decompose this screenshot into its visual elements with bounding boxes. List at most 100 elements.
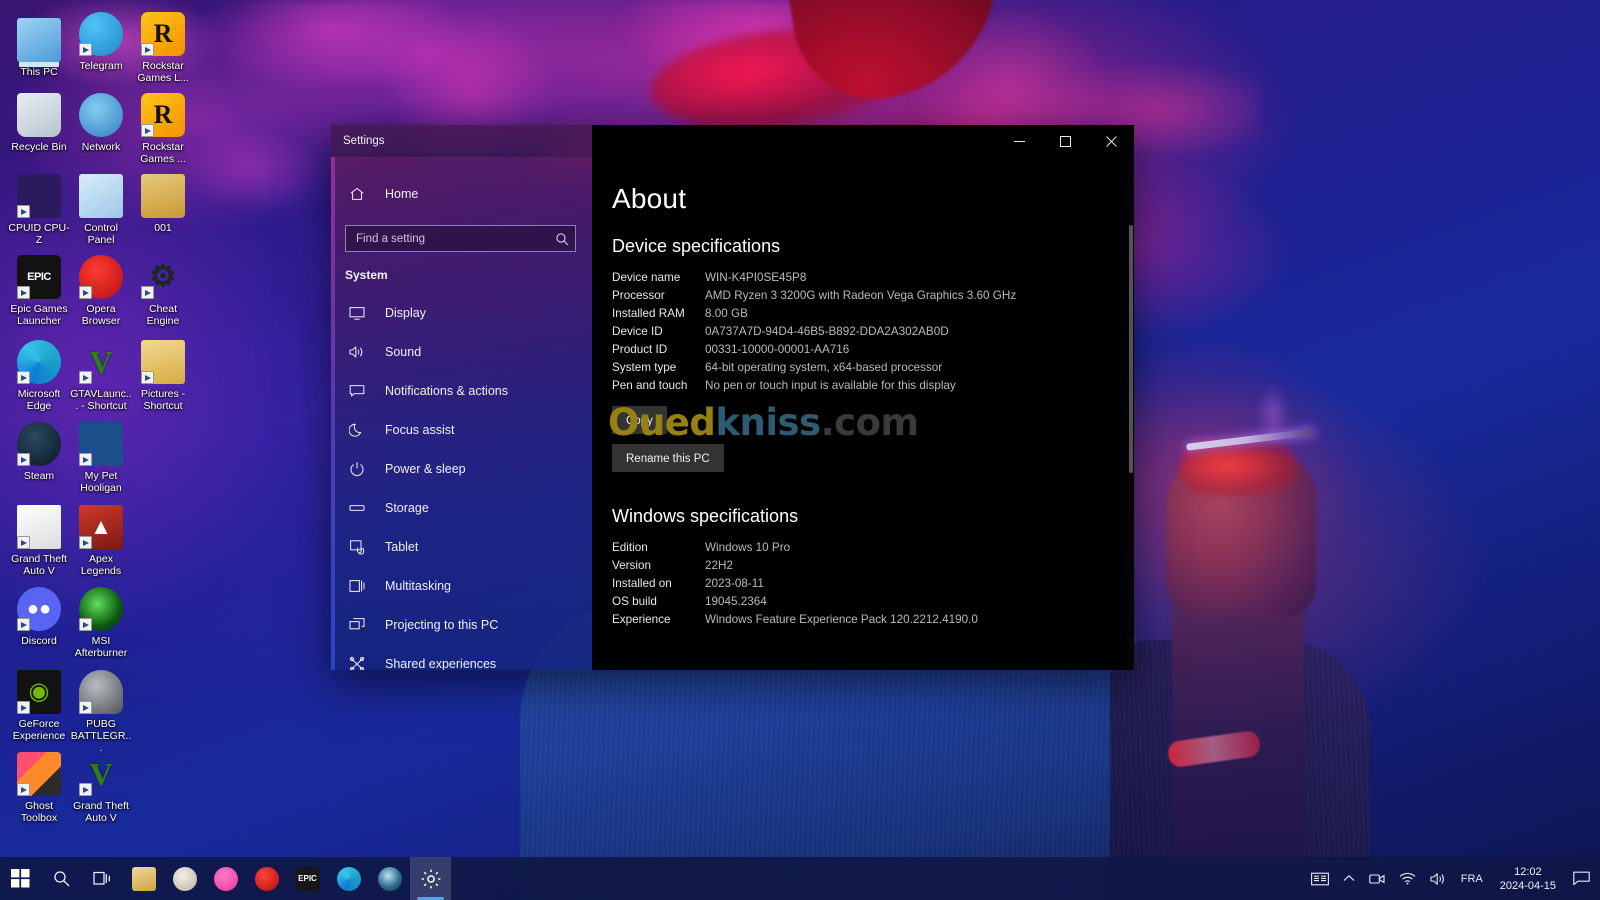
windows-specifications-table: Edition Windows 10 Pro Version 22H2 Installe… — [612, 540, 1100, 627]
sidebar-item-home[interactable]: Home — [331, 175, 592, 213]
rename-pc-button[interactable]: Rename this PC — [612, 444, 724, 472]
search-icon[interactable] — [549, 226, 575, 251]
window-titlebar[interactable]: Settings — [331, 125, 1134, 157]
sidebar-item-shared-experiences[interactable]: Shared experiences — [331, 644, 592, 670]
notification-icon — [345, 383, 369, 399]
home-icon — [345, 186, 369, 202]
desktop-icon-geforce-experience[interactable]: ◉ GeForce Experience — [8, 670, 70, 742]
desktop-icon-label: Discord — [21, 635, 57, 647]
maximize-button[interactable] — [1042, 125, 1088, 157]
taskbar-file-explorer[interactable] — [123, 857, 164, 900]
desktop-icon-rockstar-games[interactable]: R Rockstar Games ... — [132, 93, 194, 165]
desktop-icon-epic-games-launcher[interactable]: EPIC Epic Games Launcher — [8, 255, 70, 327]
desktop-icon-discord[interactable]: ●● Discord — [8, 587, 70, 647]
show-hidden-icons-chevron[interactable] — [1336, 857, 1362, 900]
desktop-icon-label: CPUID CPU-Z — [8, 222, 70, 246]
taskbar-osu-app[interactable] — [205, 857, 246, 900]
sidebar-item-power-sleep[interactable]: Power & sleep — [331, 449, 592, 488]
taskbar-search-button[interactable] — [41, 857, 82, 900]
spec-key: Installed RAM — [612, 307, 685, 320]
sidebar-item-label: Sound — [385, 344, 422, 359]
desktop-icon-ghost-toolbox[interactable]: Ghost Toolbox — [8, 752, 70, 824]
taskbar-epic-games-app[interactable]: EPIC — [287, 857, 328, 900]
spec-row: Installed on 2023-08-11 — [612, 576, 1100, 591]
desktop-icon-art — [17, 174, 61, 218]
desktop-icon-apex-legends[interactable]: ▲ Apex Legends — [70, 505, 132, 577]
copy-button[interactable]: Copy — [612, 406, 667, 434]
language-indicator[interactable]: FRA — [1454, 857, 1490, 900]
search-input[interactable] — [346, 232, 549, 245]
desktop-icon-opera-browser[interactable]: Opera Browser — [70, 255, 132, 327]
taskbar-steam-app[interactable] — [369, 857, 410, 900]
desktop-icon-my-pet-hooligan[interactable]: My Pet Hooligan — [70, 422, 132, 494]
desktop-icon-art — [17, 340, 61, 384]
desktop-icon-pictures-shortcut[interactable]: Pictures - Shortcut — [132, 340, 194, 412]
desktop-icon-label: This PC — [20, 66, 58, 78]
spec-key: OS build — [612, 595, 657, 608]
volume-icon[interactable] — [1423, 857, 1454, 900]
sidebar-item-display[interactable]: Display — [331, 293, 592, 332]
spec-key: Processor — [612, 289, 665, 302]
desktop-icon-001[interactable]: 001 — [132, 174, 194, 234]
projecting-icon — [345, 617, 369, 633]
desktop-icon-telegram[interactable]: Telegram — [70, 12, 132, 72]
taskbar-paint-app[interactable] — [164, 857, 205, 900]
taskbar-clock[interactable]: 12:02 2024-04-15 — [1490, 857, 1566, 900]
close-button[interactable] — [1088, 125, 1134, 157]
sidebar-item-sound[interactable]: Sound — [331, 332, 592, 371]
spec-key: Experience — [612, 613, 671, 626]
desktop-icon-cheat-engine[interactable]: ⚙ Cheat Engine — [132, 255, 194, 327]
desktop-icon-recycle-bin[interactable]: Recycle Bin — [8, 93, 70, 153]
spec-key: Version — [612, 559, 651, 572]
desktop-icon-art: ▲ — [79, 505, 123, 549]
news-and-interests-icon[interactable] — [1304, 857, 1336, 900]
desktop-icon-grand-theft-auto-v[interactable]: V Grand Theft Auto V — [70, 752, 132, 824]
desktop-icon-art: ⚙ — [141, 255, 185, 299]
sidebar-group-title: System — [345, 268, 388, 282]
task-view-button[interactable] — [82, 857, 123, 900]
sidebar-item-projecting-to-this-pc[interactable]: Projecting to this PC — [331, 605, 592, 644]
shortcut-arrow-icon — [79, 43, 92, 56]
desktop-icon-label: Ghost Toolbox — [20, 800, 58, 824]
storage-icon — [345, 500, 369, 516]
sidebar-item-multitasking[interactable]: Multitasking — [331, 566, 592, 605]
shortcut-arrow-icon — [17, 453, 30, 466]
desktop-icon-steam[interactable]: Steam — [8, 422, 70, 482]
settings-search-box[interactable] — [345, 225, 576, 252]
desktop-icon-label: Telegram — [79, 60, 123, 72]
spec-row: Experience Windows Feature Experience Pac… — [612, 612, 1100, 627]
desktop-icon-pubg-battlegr[interactable]: PUBG BATTLEGR... — [70, 670, 132, 754]
desktop-icon-network[interactable]: Network — [70, 93, 132, 153]
desktop-icon-rockstar-games-l[interactable]: R Rockstar Games L... — [132, 12, 194, 84]
desktop-icon-microsoft-edge[interactable]: Microsoft Edge — [8, 340, 70, 412]
desktop-icon-msi-afterburner[interactable]: MSI Afterburner — [70, 587, 132, 659]
shortcut-arrow-icon — [141, 286, 154, 299]
desktop-icon-label: Microsoft Edge — [17, 388, 61, 412]
desktop-icon-control-panel[interactable]: Control Panel — [70, 174, 132, 246]
desktop-icon-grand-theft-auto-v[interactable]: Grand Theft Auto V — [8, 505, 70, 577]
device-specifications-table: Device name WIN-K4PI0SE45P8 Processor AMD R… — [612, 270, 1100, 393]
sidebar-item-storage[interactable]: Storage — [331, 488, 592, 527]
taskbar-settings-app[interactable] — [410, 857, 451, 900]
sidebar-item-label: Display — [385, 305, 426, 320]
meet-now-icon[interactable] — [1362, 857, 1392, 900]
start-button[interactable] — [0, 857, 41, 900]
scrollbar-thumb[interactable] — [1129, 225, 1133, 473]
desktop-icon-label: Recycle Bin — [11, 141, 67, 153]
shared-icon — [345, 656, 369, 670]
sidebar-item-tablet[interactable]: Tablet — [331, 527, 592, 566]
sidebar-item-notifications-actions[interactable]: Notifications & actions — [331, 371, 592, 410]
desktop-icon-this-pc[interactable]: This PC — [8, 12, 70, 78]
taskbar-edge-app[interactable] — [328, 857, 369, 900]
minimize-button[interactable] — [996, 125, 1042, 157]
desktop-icon-cpuid-cpu-z[interactable]: CPUID CPU-Z — [8, 174, 70, 246]
network-wifi-icon[interactable] — [1392, 857, 1423, 900]
spec-value: AMD Ryzen 3 3200G with Radeon Vega Graph… — [705, 289, 1017, 302]
desktop-icon-label: PUBG BATTLEGR... — [70, 718, 132, 754]
desktop-icon-gtavlaunc-shortcut[interactable]: V GTAVLaunc... - Shortcut — [70, 340, 132, 412]
sidebar-item-focus-assist[interactable]: Focus assist — [331, 410, 592, 449]
notification-center-icon[interactable] — [1566, 857, 1596, 900]
taskbar-opera-app[interactable] — [246, 857, 287, 900]
shortcut-arrow-icon — [17, 701, 30, 714]
content-scrollbar[interactable] — [1127, 157, 1134, 670]
